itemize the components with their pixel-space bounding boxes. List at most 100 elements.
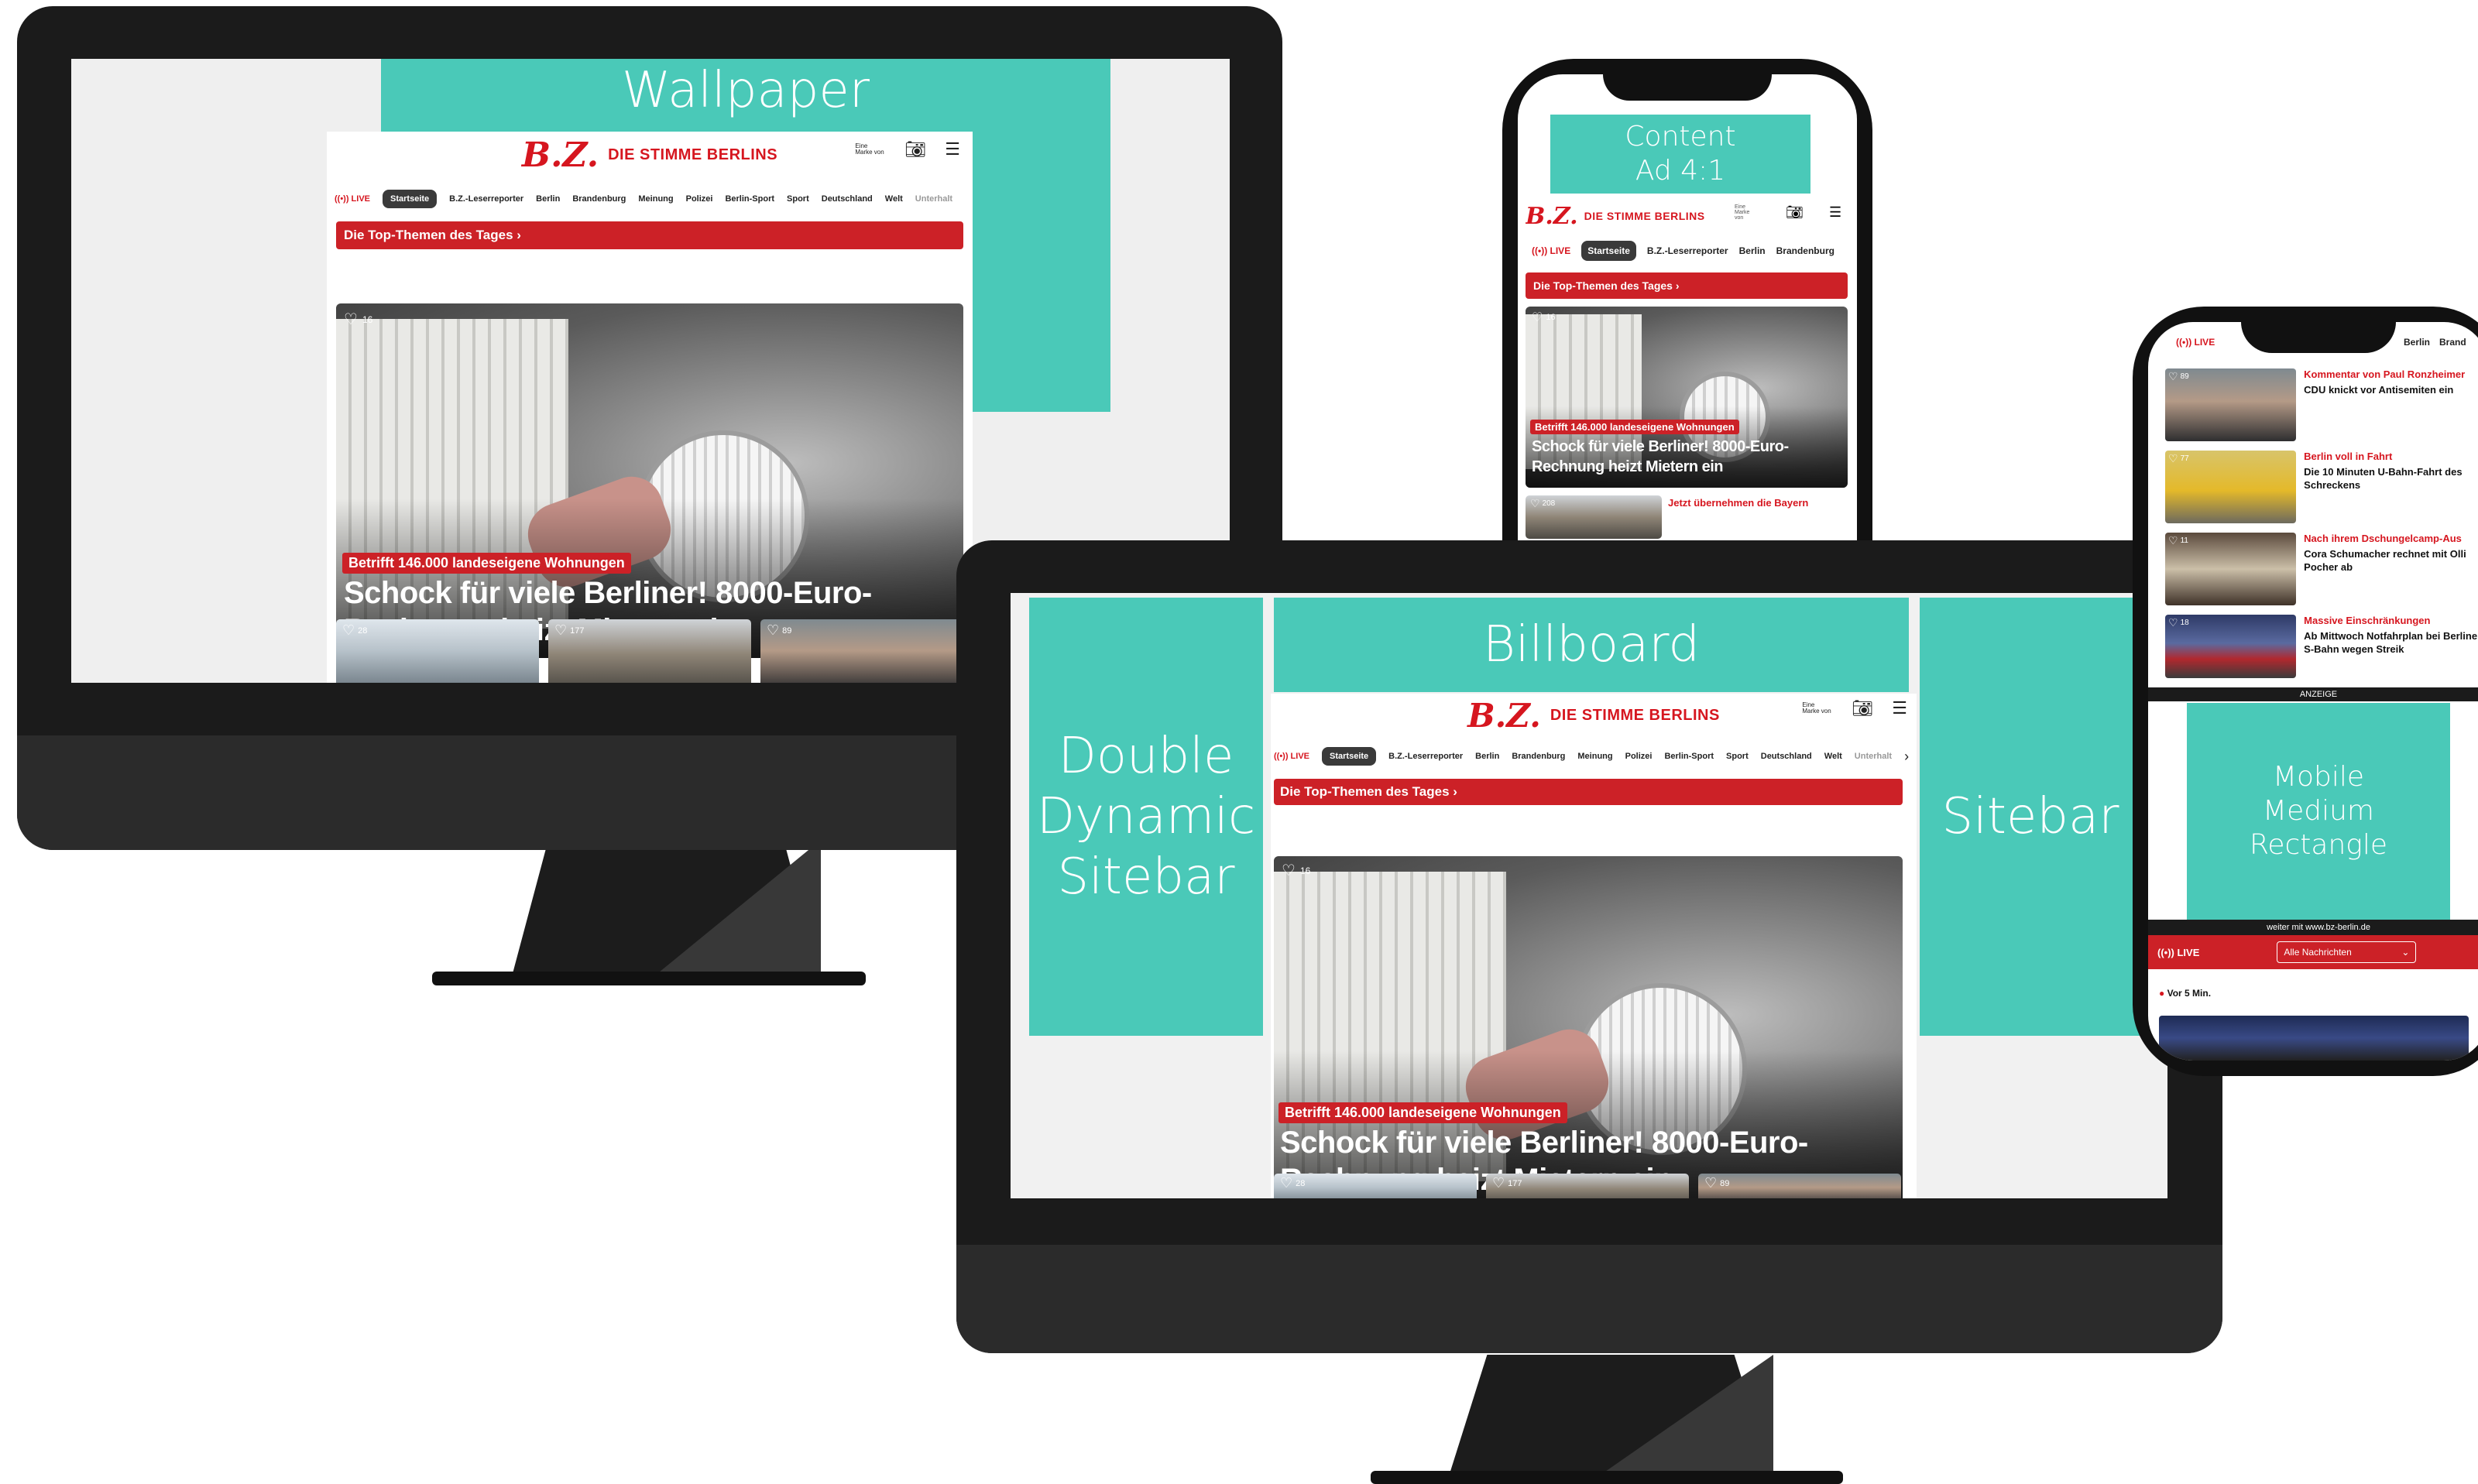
nav-more-arrow[interactable]: › — [1904, 749, 1909, 765]
top-themes-label: Die Top-Themen des Tages › — [1280, 784, 1457, 799]
website-monitor-1: B.Z. DIE STIMME BERLINS Eine Marke von 📷… — [327, 132, 973, 683]
nav-item-meinung[interactable]: Meinung — [1577, 752, 1612, 761]
nav-item-berlin-sport[interactable]: Berlin-Sport — [725, 194, 774, 204]
list-item-4[interactable]: ♡ 18 Massive Einschränkungen Ab Mittwoch … — [2165, 615, 2478, 680]
header-icons: Eine Marke von 📷︎ ☰ — [855, 139, 960, 159]
thumb-article-1[interactable]: ♡ 28 — [1274, 1174, 1477, 1198]
nav-item-deutschland[interactable]: Deutschland — [822, 194, 873, 204]
hero-headline-line-1: Schock für viele Berliner! 8000-Euro- — [1280, 1126, 1808, 1160]
hero-likes[interactable]: ♡ 16 — [1532, 310, 1556, 325]
list-item-2[interactable]: ♡ 77 Berlin voll in Fahrt Die 10 Minuten … — [2165, 451, 2478, 525]
nav-item-berlin[interactable]: Berlin — [1475, 752, 1499, 761]
menu-icon[interactable]: ☰ — [945, 139, 960, 159]
weiter-label: weiter mit www.bz-berlin.de — [2267, 923, 2370, 932]
monitor-1-foot — [432, 972, 866, 985]
bz-logo[interactable]: B.Z. — [1526, 203, 1578, 230]
camera-icon[interactable]: 📷︎ — [1786, 204, 1804, 221]
top-themes-bar[interactable]: Die Top-Themen des Tages › — [336, 221, 963, 249]
news-dropdown[interactable]: Alle Nachrichten ⌄ — [2277, 941, 2417, 963]
phone-1-next-likes-count: 208 — [1542, 499, 1556, 508]
nav-item-polizei[interactable]: Polizei — [1625, 752, 1653, 761]
hero-likes[interactable]: ♡ 16 — [344, 310, 372, 329]
ticker-image[interactable] — [2159, 1016, 2469, 1061]
list-item-3[interactable]: ♡ 11 Nach ihrem Dschungelcamp-Aus Cora Sc… — [2165, 533, 2478, 607]
nav-item-sport[interactable]: Sport — [1726, 752, 1749, 761]
list-item-4-likes: ♡ 18 — [2168, 616, 2189, 629]
bz-logo[interactable]: B.Z. — [522, 135, 599, 175]
hero-kicker: Betrifft 146.000 landeseigene Wohnungen — [1530, 420, 1739, 434]
monitor-2-chin — [956, 1245, 2222, 1353]
bz-logo[interactable]: B.Z. — [1467, 697, 1541, 735]
nav-item-welt[interactable]: Welt — [885, 194, 903, 204]
list-item-3-title: Cora Schumacher rechnet mit Olli Pocher … — [2304, 548, 2466, 573]
list-item-2-title: Die 10 Minuten U-Bahn-Fahrt des Schrecke… — [2304, 466, 2463, 491]
logo-claim: DIE STIMME BERLINS — [1584, 210, 1705, 222]
thumb-3-likes-count: 89 — [782, 625, 792, 636]
nav-item-brandenburg[interactable]: Brandenburg — [572, 194, 626, 204]
nav-live[interactable]: ((•)) LIVE — [1532, 245, 1570, 256]
double-dynamic-label-3: Sitebar — [1057, 848, 1235, 907]
thumb-article-3[interactable]: ♡ 89 — [760, 619, 963, 683]
list-item-4-likes-count: 18 — [2180, 619, 2189, 627]
monitor-2: Double Dynamic Sitebar Billboard Sitebar… — [952, 534, 2222, 1484]
nav-item-berlin[interactable]: Berlin — [2404, 337, 2430, 348]
nav-item-sport[interactable]: Sport — [787, 194, 809, 204]
list-item-1-kicker: Kommentar von Paul Ronzheimer — [2304, 368, 2466, 380]
nav-item-startseite[interactable]: Startseite — [383, 190, 438, 208]
site-nav: ((•)) LIVE Startseite B.Z.-Leserreporter… — [1274, 745, 1913, 768]
thumb-article-2[interactable]: ♡ 177 — [1486, 1174, 1689, 1198]
header-icons: Eine Marke von 📷︎ ☰ — [1802, 698, 1907, 718]
top-themes-bar[interactable]: Die Top-Themen des Tages › — [1274, 779, 1903, 805]
menu-icon[interactable]: ☰ — [1892, 698, 1907, 718]
thumb-article-2[interactable]: ♡ 177 — [548, 619, 751, 683]
camera-icon[interactable]: 📷︎ — [1852, 698, 1873, 718]
nav-item-welt[interactable]: Welt — [1824, 752, 1842, 761]
thumb-article-1[interactable]: ♡ 28 — [336, 619, 539, 683]
list-item-3-likes-count: 11 — [2180, 536, 2188, 545]
nav-item-leserreporter[interactable]: B.Z.-Leserreporter — [1647, 245, 1728, 256]
nav-item-deutschland[interactable]: Deutschland — [1761, 752, 1812, 761]
top-themes-bar[interactable]: Die Top-Themen des Tages › — [1526, 272, 1848, 299]
live-label[interactable]: ((•)) LIVE — [2157, 947, 2199, 958]
nav-item-berlin[interactable]: Berlin — [536, 194, 560, 204]
content-ad-label-2: Ad 4:1 — [1635, 155, 1726, 187]
mobile-medium-rectangle-ad: Mobile Medium Rectangle — [2187, 703, 2450, 920]
nav-item-brandenburg[interactable]: Brandenburg — [1512, 752, 1565, 761]
hero-article[interactable]: ♡ 16 Betrifft 146.000 landeseigene Wohnu… — [336, 303, 963, 658]
nav-item-startseite[interactable]: Startseite — [1322, 747, 1377, 766]
nav-item-brandenburg[interactable]: Brandenburg — [1776, 245, 1834, 256]
nav-item-leserreporter[interactable]: B.Z.-Leserreporter — [1388, 752, 1463, 761]
heart-icon: ♡ — [342, 622, 355, 638]
weiter-bar[interactable]: weiter mit www.bz-berlin.de — [2148, 920, 2478, 935]
heart-icon: ♡ — [554, 622, 568, 638]
hero-article[interactable]: ♡ 16 Betrifft 146.000 landeseigene Wohnu… — [1274, 856, 1903, 1198]
content-ad-label-1: Content — [1625, 121, 1736, 153]
menu-icon[interactable]: ☰ — [1829, 204, 1841, 221]
list-item-1[interactable]: ♡ 89 Kommentar von Paul Ronzheimer CDU kn… — [2165, 368, 2478, 443]
nav-item-berlin-sport[interactable]: Berlin-Sport — [1664, 752, 1714, 761]
nav-live[interactable]: ((•)) LIVE — [335, 194, 370, 204]
list-item-3-image: ♡ 11 — [2165, 533, 2297, 605]
nav-item-startseite[interactable]: Startseite — [1581, 241, 1636, 261]
camera-icon[interactable]: 📷︎ — [904, 139, 926, 159]
nav-item-unterhaltung[interactable]: Unterhalt — [915, 194, 952, 204]
nav-item-berlin[interactable]: Berlin — [1739, 245, 1766, 256]
list-item-4-title: Ab Mittwoch Notfahrplan bei Berliner S-B… — [2304, 630, 2478, 655]
nav-item-brand[interactable]: Brand — [2439, 337, 2466, 348]
nav-live[interactable]: ((•)) LIVE — [1274, 752, 1309, 761]
nav-item-leserreporter[interactable]: B.Z.-Leserreporter — [449, 194, 523, 204]
phone-2-notch — [2241, 322, 2396, 353]
nav-item-meinung[interactable]: Meinung — [638, 194, 673, 204]
list-item-2-text: Berlin voll in Fahrt Die 10 Minuten U-Ba… — [2304, 451, 2478, 525]
phone-1-next-kicker: Jetzt übernehmen die Bayern — [1668, 497, 1809, 509]
hero-likes[interactable]: ♡ 16 — [1282, 861, 1310, 880]
nav-live[interactable]: ((•)) LIVE — [2176, 337, 2215, 348]
hero-article[interactable]: ♡ 16 Betrifft 146.000 landeseigene Wohnu… — [1526, 307, 1848, 488]
phone-1: Content Ad 4:1 B.Z. DIE STIMME BERLINS E… — [1502, 59, 1872, 616]
thumb-3-likes-count: 89 — [1720, 1178, 1730, 1188]
nav-item-polizei[interactable]: Polizei — [686, 194, 713, 204]
nav-item-unterhaltung[interactable]: Unterhalt — [1855, 752, 1892, 761]
website-monitor-2: B.Z. DIE STIMME BERLINS Eine Marke von 📷… — [1271, 694, 1917, 1198]
thumb-article-3[interactable]: ♡ 89 — [1698, 1174, 1901, 1198]
heart-icon: ♡ — [1530, 497, 1540, 509]
